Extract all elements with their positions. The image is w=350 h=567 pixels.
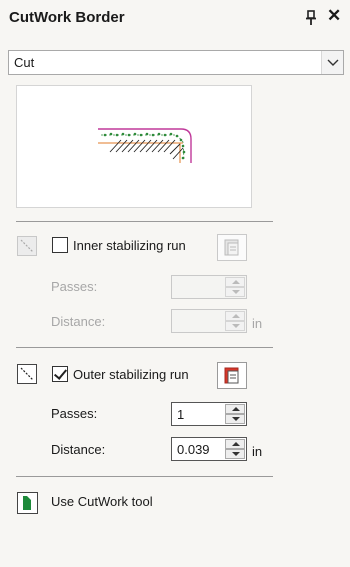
diagonal-run-icon xyxy=(17,236,37,256)
border-preview xyxy=(16,85,252,208)
close-icon[interactable]: ✕ xyxy=(327,7,341,25)
inner-run-label: Inner stabilizing run xyxy=(73,238,186,253)
properties-icon xyxy=(224,367,239,384)
divider xyxy=(16,221,273,222)
divider xyxy=(16,476,273,477)
spin-down-icon[interactable] xyxy=(225,449,245,459)
cutwork-tool-icon[interactable] xyxy=(17,492,38,514)
properties-icon xyxy=(224,239,239,256)
inner-distance-unit: in xyxy=(252,316,263,331)
outer-run-properties-button[interactable] xyxy=(217,362,247,389)
inner-passes-spinner[interactable] xyxy=(171,275,247,299)
divider xyxy=(16,347,273,348)
spin-up-icon[interactable] xyxy=(225,439,245,449)
outer-run-label: Outer stabilizing run xyxy=(73,367,189,382)
outer-passes-spinner[interactable]: 1 xyxy=(171,402,247,426)
outer-passes-label: Passes: xyxy=(51,406,98,421)
spin-down-icon[interactable] xyxy=(225,287,245,297)
cutwork-type-select[interactable]: Cut xyxy=(8,50,344,75)
inner-passes-label: Passes: xyxy=(51,279,98,294)
inner-run-checkbox[interactable] xyxy=(52,237,68,253)
spin-down-icon[interactable] xyxy=(225,321,245,331)
outer-distance-spinner[interactable]: 0.039 xyxy=(171,437,247,461)
panel-title: CutWork Border xyxy=(9,9,125,26)
cutwork-type-value: Cut xyxy=(14,55,35,70)
spin-up-icon[interactable] xyxy=(225,404,245,414)
inner-run-properties-button[interactable] xyxy=(217,234,247,261)
pin-icon[interactable] xyxy=(305,10,317,26)
spin-up-icon[interactable] xyxy=(225,311,245,321)
outer-passes-value[interactable]: 1 xyxy=(177,407,184,422)
spin-down-icon[interactable] xyxy=(225,414,245,424)
outer-distance-label: Distance: xyxy=(51,442,106,457)
spin-up-icon[interactable] xyxy=(225,277,245,287)
outer-distance-unit: in xyxy=(252,444,263,459)
outer-distance-value[interactable]: 0.039 xyxy=(177,442,210,457)
inner-distance-spinner[interactable] xyxy=(171,309,247,333)
chevron-down-icon[interactable] xyxy=(321,51,343,74)
outer-run-checkbox[interactable] xyxy=(52,366,68,382)
diagonal-run-icon xyxy=(17,364,37,384)
inner-distance-label: Distance: xyxy=(51,314,106,329)
cutwork-tool-label[interactable]: Use CutWork tool xyxy=(51,494,153,509)
panel-titlebar: CutWork Border ✕ xyxy=(0,0,350,36)
